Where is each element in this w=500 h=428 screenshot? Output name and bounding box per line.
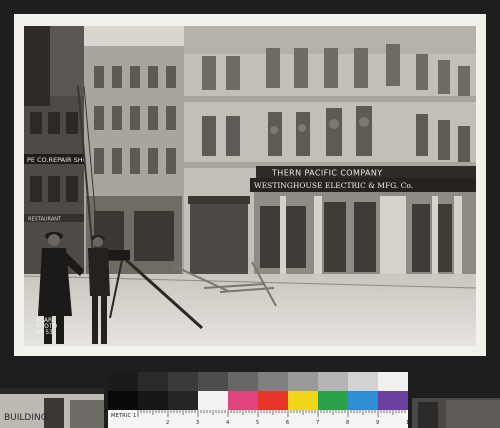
ruler-digit: 9 [376, 420, 379, 426]
color-patch [108, 391, 138, 410]
gray-patch [108, 372, 138, 391]
gray-patch [348, 372, 378, 391]
gray-patch [318, 372, 348, 391]
ruler-digit: 10 [406, 420, 408, 426]
gray-patch [288, 372, 318, 391]
color-patch [348, 391, 378, 410]
sign-left-building: PE CO.REPAIR SHOP [27, 156, 92, 164]
gray-patch [258, 372, 288, 391]
sign-company-upper: THERN PACIFIC COMPANY [271, 169, 383, 178]
sign-lower-left: RESTAURANT [28, 217, 62, 223]
color-patch [288, 391, 318, 410]
metric-ruler: 2 3 4 5 6 7 8 9 10 METRIC 1 [108, 410, 408, 428]
street-scene-illustration: PE CO.REPAIR SHOP RESTAURANT THERN PACIF… [24, 26, 476, 346]
photo-caption: BEAR PHOTO Nº 53 [36, 318, 66, 336]
historic-photograph: PE CO.REPAIR SHOP RESTAURANT THERN PACIF… [24, 26, 476, 346]
ruler-label: METRIC 1 [111, 413, 137, 419]
color-patch [228, 391, 258, 410]
caption-line: Nº 53 [36, 329, 53, 336]
color-patch [138, 391, 168, 410]
gray-patch [228, 372, 258, 391]
adjacent-frame-text: BUILDING [4, 413, 48, 423]
archive-scan: PE CO.REPAIR SHOP RESTAURANT THERN PACIF… [0, 0, 500, 428]
ruler-digit: 5 [256, 420, 259, 426]
ruler-scale: 2 3 4 5 6 7 8 9 10 [137, 410, 408, 426]
ruler-digit: 2 [166, 420, 169, 426]
color-patch [198, 391, 228, 410]
sign-company-lower: WESTINGHOUSE ELECTRIC & MFG. Co. [254, 181, 413, 190]
adjacent-frame-right [412, 398, 500, 428]
ruler-digit: 4 [226, 420, 229, 426]
gray-patch [378, 372, 408, 391]
color-patch [318, 391, 348, 410]
color-calibration-target [108, 372, 408, 410]
color-patch [378, 391, 408, 410]
ruler-digit: 3 [196, 420, 199, 426]
color-patch [168, 391, 198, 410]
adjacent-frame-left: BUILDING [0, 388, 104, 428]
gray-patch [198, 372, 228, 391]
color-patch [258, 391, 288, 410]
gray-patch [138, 372, 168, 391]
westinghouse-building: THERN PACIFIC COMPANY WESTINGHOUSE ELECT… [184, 26, 476, 291]
ruler-digit: 7 [316, 420, 319, 426]
ruler-digit: 6 [286, 420, 289, 426]
ruler-digit: 8 [346, 420, 349, 426]
gray-patch [168, 372, 198, 391]
